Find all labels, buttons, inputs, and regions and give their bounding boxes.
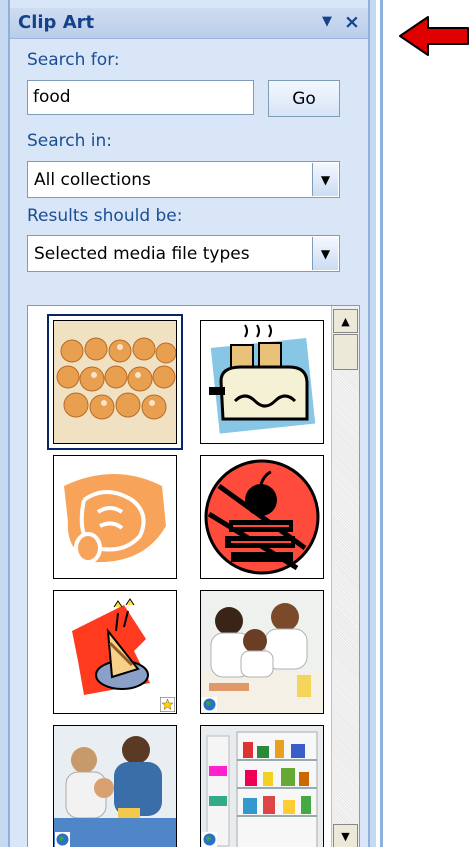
search-for-label: Search for: <box>27 50 120 70</box>
chevron-down-icon[interactable]: ▼ <box>312 163 338 196</box>
clip-birthday-cake-clipart[interactable] <box>53 590 177 714</box>
search-in-value: All collections <box>34 170 151 190</box>
clip-cornucopia-clipart[interactable] <box>53 455 177 579</box>
globe-badge-icon <box>55 832 70 847</box>
search-in-label: Search in: <box>27 131 113 151</box>
scroll-thumb[interactable] <box>333 334 358 370</box>
globe-badge-icon <box>202 832 217 847</box>
star-badge-icon <box>160 697 175 712</box>
search-input-value: food <box>33 87 71 107</box>
results-type-value: Selected media file types <box>34 244 250 264</box>
go-button[interactable]: Go <box>268 80 340 117</box>
results-list[interactable]: ▲ ▼ <box>27 305 360 847</box>
pane-title: Clip Art <box>18 12 95 33</box>
go-button-label: Go <box>292 88 316 109</box>
clip-family-kitchen-photo[interactable] <box>200 590 324 714</box>
scroll-up-icon[interactable]: ▲ <box>333 309 358 333</box>
clip-cupcakes-photo[interactable] <box>47 314 183 450</box>
clip-art-task-pane: Clip Art ▼ × Search for: food Go Search … <box>10 0 368 847</box>
clip-apple-books-clipart[interactable] <box>200 455 324 579</box>
red-arrow-icon <box>399 16 469 56</box>
clip-refrigerator-photo[interactable] <box>200 725 324 847</box>
pane-left-border <box>0 0 10 847</box>
dropdown-triangle-icon[interactable]: ▼ <box>322 14 332 29</box>
clip-toaster-clipart[interactable] <box>200 320 324 444</box>
search-input[interactable]: food <box>27 80 254 115</box>
search-in-select[interactable]: All collections ▼ <box>27 161 340 198</box>
pane-right-border <box>368 0 376 847</box>
pane-title-bar: Clip Art ▼ × <box>10 8 368 39</box>
window-divider <box>380 0 383 847</box>
results-scrollbar[interactable]: ▲ ▼ <box>331 306 359 847</box>
close-icon[interactable]: × <box>344 11 360 33</box>
chevron-down-icon[interactable]: ▼ <box>312 237 338 270</box>
scroll-down-icon[interactable]: ▼ <box>333 824 358 847</box>
clip-family-meal-photo[interactable] <box>53 725 177 847</box>
results-type-select[interactable]: Selected media file types ▼ <box>27 235 340 272</box>
globe-badge-icon <box>202 697 217 712</box>
results-should-be-label: Results should be: <box>27 206 183 226</box>
